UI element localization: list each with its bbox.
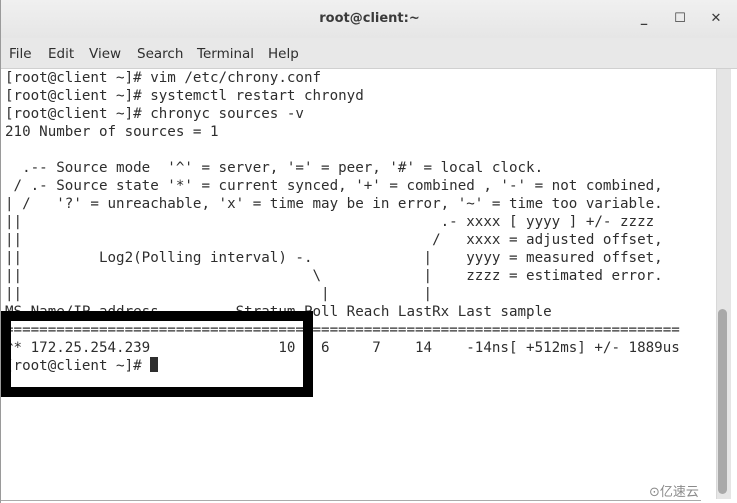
close-icon: ✕: [710, 11, 722, 26]
terminal-line-text: || Log2(Polling interval) -. | yyyy = me…: [5, 250, 663, 266]
menu-view[interactable]: View: [89, 46, 121, 62]
terminal-line-text: ^* 172.25.254.239 10 6 7 14 -14ns[ +512m…: [5, 340, 680, 356]
text-cursor: [150, 357, 159, 372]
close-button[interactable]: ✕: [705, 8, 727, 30]
terminal-line: ========================================…: [2, 321, 697, 339]
terminal-output[interactable]: [root@client ~]# vim /etc/chrony.conf [ro…: [2, 69, 697, 499]
terminal-line-text: || | |: [5, 286, 433, 302]
terminal-line: 210 Number of sources = 1: [2, 123, 697, 141]
terminal-line: | / '?' = unreachable, 'x' = time may be…: [2, 195, 697, 213]
terminal-line: ^* 172.25.254.239 10 6 7 14 -14ns[ +512m…: [2, 339, 697, 357]
scrollbar-thumb[interactable]: [718, 309, 727, 494]
terminal-line: || / xxxx = adjusted offset,: [2, 231, 697, 249]
watermark-logo: ⊙亿速云: [649, 485, 699, 500]
terminal-line: || Log2(Polling interval) -. | yyyy = me…: [2, 249, 697, 267]
window-border: [1, 500, 701, 501]
terminal-window: root@client:~ _ ☐ ✕ File Edit View Searc…: [0, 0, 737, 503]
terminal-line: .-- Source mode '^' = server, '=' = peer…: [2, 159, 697, 177]
prompt-line: [root@client ~]#: [2, 357, 697, 375]
terminal-line: || | |: [2, 285, 697, 303]
maximize-button[interactable]: ☐: [669, 8, 691, 30]
terminal-line-text: | / '?' = unreachable, 'x' = time may be…: [5, 196, 663, 212]
terminal-line: [root@client ~]# chronyc sources -v: [2, 105, 697, 123]
minimize-button[interactable]: _: [633, 8, 655, 30]
menu-edit[interactable]: Edit: [48, 46, 74, 62]
terminal-line-text: || \ | zzzz = estimated error.: [5, 268, 663, 284]
terminal-line-text: MS Name/IP address Stratum Poll Reach La…: [5, 304, 552, 320]
menu-file[interactable]: File: [9, 46, 32, 62]
terminal-line-text: [root@client ~]# systemctl restart chron…: [5, 88, 364, 104]
terminal-line-text: 210 Number of sources = 1: [5, 124, 219, 140]
terminal-line-text: [root@client ~]# chronyc sources -v: [5, 106, 304, 122]
terminal-line: MS Name/IP address Stratum Poll Reach La…: [2, 303, 697, 321]
terminal-line: [root@client ~]# vim /etc/chrony.conf: [2, 69, 697, 87]
menu-terminal[interactable]: Terminal: [197, 46, 254, 62]
terminal-line-text: ========================================…: [5, 322, 680, 338]
terminal-line: || \ | zzzz = estimated error.: [2, 267, 697, 285]
terminal-line-text: [root@client ~]# vim /etc/chrony.conf: [5, 70, 322, 86]
terminal-line: / .- Source state '*' = current synced, …: [2, 177, 697, 195]
terminal-line-text: / .- Source state '*' = current synced, …: [5, 178, 663, 194]
minimize-icon: _: [640, 11, 648, 26]
menu-help[interactable]: Help: [268, 46, 299, 62]
scrollbar[interactable]: [698, 69, 737, 499]
terminal-line-text: [root@client ~]#: [5, 358, 151, 374]
terminal-line: || .- xxxx [ yyyy ] +/- zzzz: [2, 213, 697, 231]
title-bar[interactable]: root@client:~ _ ☐ ✕: [1, 0, 737, 38]
maximize-icon: ☐: [674, 11, 686, 26]
terminal-line-text: || .- xxxx [ yyyy ] +/- zzzz: [5, 214, 655, 230]
terminal-line-text: || / xxxx = adjusted offset,: [5, 232, 663, 248]
menu-bar: File Edit View Search Terminal Help: [1, 38, 737, 69]
terminal-line: [root@client ~]# systemctl restart chron…: [2, 87, 697, 105]
window-title: root@client:~: [319, 11, 420, 26]
terminal-line-text: .-- Source mode '^' = server, '=' = peer…: [5, 160, 544, 176]
menu-search[interactable]: Search: [137, 46, 183, 62]
